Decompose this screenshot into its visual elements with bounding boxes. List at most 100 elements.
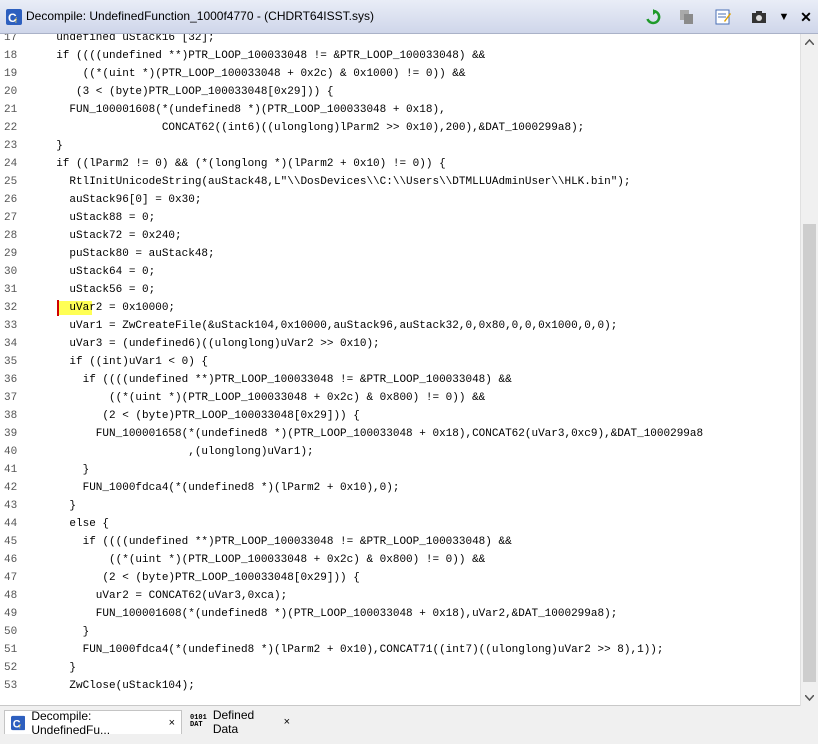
line-number: 53	[4, 680, 18, 692]
code-text: }	[43, 140, 63, 152]
code-line[interactable]: 37 ((*(uint *)(PTR_LOOP_100033048 + 0x2c…	[0, 389, 800, 407]
line-number: 33	[4, 320, 18, 332]
line-number: 38	[4, 410, 18, 422]
close-icon[interactable]: ×	[284, 716, 290, 728]
code-text: CONCAT62((int6)((ulonglong)lParm2 >> 0x1…	[43, 122, 585, 134]
code-line[interactable]: 47 (2 < (byte)PTR_LOOP_100033048[0x29]))…	[0, 569, 800, 587]
code-text: ,(ulonglong)uVar1);	[43, 446, 314, 458]
code-line[interactable]: 23 }	[0, 137, 800, 155]
code-text: uVar2 = 0x10000;	[43, 302, 176, 314]
code-text: uStack88 = 0;	[43, 212, 156, 224]
close-icon: ✕	[800, 8, 812, 25]
tab-decompile[interactable]: C f Decompile: UndefinedFu... ×	[4, 708, 182, 737]
code-line[interactable]: 31 uStack56 = 0;	[0, 281, 800, 299]
copy-icon	[680, 10, 693, 24]
scroll-up-arrow[interactable]	[801, 34, 818, 50]
code-line[interactable]: 42 FUN_1000fdca4(*(undefined8 *)(lParm2 …	[0, 479, 800, 497]
decompiler-code-view[interactable]: 17 undefined uStack16 [32]; 18 if ((((und…	[0, 34, 818, 706]
code-line[interactable]: 33 uVar1 = ZwCreateFile(&uStack104,0x100…	[0, 317, 800, 335]
code-line[interactable]: 27 uStack88 = 0;	[0, 209, 800, 227]
code-line[interactable]: 41 }	[0, 461, 800, 479]
code-text: (2 < (byte)PTR_LOOP_100033048[0x29])) {	[43, 410, 360, 422]
scrollbar-thumb[interactable]	[803, 224, 816, 682]
code-line[interactable]: 36 if ((((undefined **)PTR_LOOP_10003304…	[0, 371, 800, 389]
tab-defined-data[interactable]: 0101 DAT Defined Data ×	[184, 708, 296, 736]
snapshot-icon	[752, 11, 766, 23]
line-number: 32	[4, 302, 18, 314]
code-text: }	[43, 500, 77, 512]
line-number: 25	[4, 176, 18, 188]
code-line[interactable]: 18 if ((((undefined **)PTR_LOOP_10003304…	[0, 47, 800, 65]
code-line[interactable]: 26 auStack96[0] = 0x30;	[0, 191, 800, 209]
line-number: 29	[4, 248, 18, 260]
refresh-icon	[646, 9, 661, 25]
code-line[interactable]: 19 ((*(uint *)(PTR_LOOP_100033048 + 0x2c…	[0, 65, 800, 83]
line-number: 40	[4, 446, 18, 458]
code-text: else {	[43, 518, 110, 530]
line-number: 45	[4, 536, 18, 548]
line-number: 46	[4, 554, 18, 566]
line-number: 26	[4, 194, 18, 206]
code-line[interactable]: 44 else {	[0, 515, 800, 533]
code-line[interactable]: 30 uStack64 = 0;	[0, 263, 800, 281]
menu-dropdown-button[interactable]: ▼	[775, 8, 793, 26]
line-number: 27	[4, 212, 18, 224]
line-number: 48	[4, 590, 18, 602]
code-text: undefined uStack16 [32];	[43, 34, 215, 44]
line-number: 28	[4, 230, 18, 242]
code-text: RtlInitUnicodeString(auStack48,L"\\DosDe…	[43, 176, 631, 188]
line-number: 20	[4, 86, 18, 98]
line-number: 47	[4, 572, 18, 584]
line-number: 36	[4, 374, 18, 386]
code-line[interactable]: 22 CONCAT62((int6)((ulonglong)lParm2 >> …	[0, 119, 800, 137]
line-number: 23	[4, 140, 18, 152]
code-line[interactable]: 21 FUN_100001608(*(undefined8 *)(PTR_LOO…	[0, 101, 800, 119]
line-number: 39	[4, 428, 18, 440]
vertical-scrollbar[interactable]	[800, 34, 818, 706]
code-line[interactable]: 46 ((*(uint *)(PTR_LOOP_100033048 + 0x2c…	[0, 551, 800, 569]
code-line[interactable]: 28 uStack72 = 0x240;	[0, 227, 800, 245]
code-line[interactable]: 29 puStack80 = auStack48;	[0, 245, 800, 263]
line-number: 34	[4, 338, 18, 350]
code-text: ((*(uint *)(PTR_LOOP_100033048 + 0x2c) &…	[43, 68, 466, 80]
code-text: if ((((undefined **)PTR_LOOP_100033048 !…	[43, 536, 512, 548]
line-number: 44	[4, 518, 18, 530]
code-line[interactable]: 45 if ((((undefined **)PTR_LOOP_10003304…	[0, 533, 800, 551]
window-titlebar: C f Decompile: UndefinedFunction_1000f47…	[0, 0, 818, 34]
code-text: FUN_100001608(*(undefined8 *)(PTR_LOOP_1…	[43, 608, 618, 620]
code-line[interactable]: 38 (2 < (byte)PTR_LOOP_100033048[0x29]))…	[0, 407, 800, 425]
code-line[interactable]: 34 uVar3 = (undefined6)((ulonglong)uVar2…	[0, 335, 800, 353]
code-line[interactable]: 24 if ((lParm2 != 0) && (*(longlong *)(l…	[0, 155, 800, 173]
code-line[interactable]: 48 uVar2 = CONCAT62(uVar3,0xca);	[0, 587, 800, 605]
code-line[interactable]: 35 if ((int)uVar1 < 0) {	[0, 353, 800, 371]
code-text: FUN_100001658(*(undefined8 *)(PTR_LOOP_1…	[43, 428, 704, 440]
code-line[interactable]: 25 RtlInitUnicodeString(auStack48,L"\\Do…	[0, 173, 800, 191]
code-line[interactable]: 51 FUN_1000fdca4(*(undefined8 *)(lParm2 …	[0, 641, 800, 659]
tab-label: Decompile: UndefinedFu...	[31, 708, 111, 737]
code-line[interactable]: 32 uVar2 = 0x10000;	[0, 299, 800, 317]
svg-text:f: f	[15, 18, 17, 25]
code-line[interactable]: 52 }	[0, 659, 800, 677]
code-line[interactable]: 20 (3 < (byte)PTR_LOOP_100033048[0x29]))…	[0, 83, 800, 101]
code-text: auStack96[0] = 0x30;	[43, 194, 202, 206]
code-line[interactable]: 50 }	[0, 623, 800, 641]
line-number: 37	[4, 392, 18, 404]
code-line[interactable]: 43 }	[0, 497, 800, 515]
close-icon[interactable]: ×	[169, 717, 175, 729]
scroll-down-arrow[interactable]	[801, 690, 818, 706]
close-window-button[interactable]: ✕	[797, 8, 815, 26]
edit-button[interactable]	[714, 8, 732, 26]
chevron-down-icon	[805, 695, 814, 701]
code-text: }	[43, 626, 90, 638]
bottom-tab-bar: C f Decompile: UndefinedFu... × 0101 DAT …	[0, 706, 818, 744]
snapshot-button[interactable]	[750, 8, 768, 26]
code-line[interactable]: 39 FUN_100001658(*(undefined8 *)(PTR_LOO…	[0, 425, 800, 443]
code-text: if ((((undefined **)PTR_LOOP_100033048 !…	[43, 50, 486, 62]
code-line[interactable]: 49 FUN_100001608(*(undefined8 *)(PTR_LOO…	[0, 605, 800, 623]
copy-button[interactable]	[678, 8, 696, 26]
code-text: ((*(uint *)(PTR_LOOP_100033048 + 0x2c) &…	[43, 392, 486, 404]
code-line[interactable]: 17 undefined uStack16 [32];	[0, 34, 800, 47]
code-line[interactable]: 53 ZwClose(uStack104);	[0, 677, 800, 695]
code-line[interactable]: 40 ,(ulonglong)uVar1);	[0, 443, 800, 461]
refresh-button[interactable]	[644, 8, 662, 26]
